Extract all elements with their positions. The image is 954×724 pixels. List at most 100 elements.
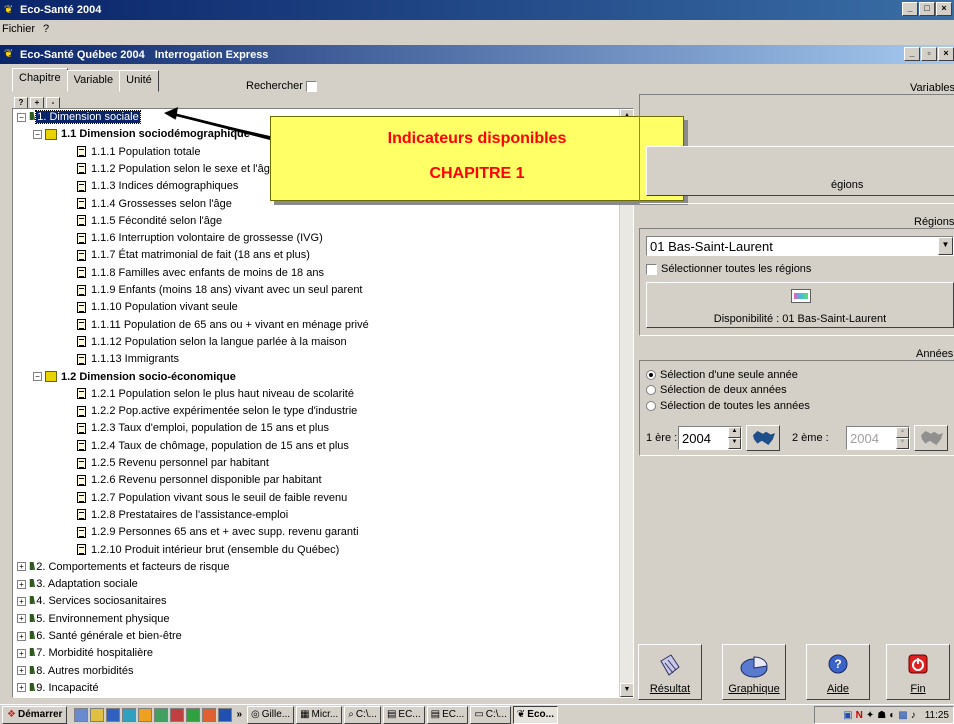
spin-up-icon[interactable]: ▲ (728, 427, 741, 438)
regions-map-button[interactable]: égions (646, 146, 954, 196)
radio-single-year-dot[interactable] (646, 370, 656, 380)
tab-unite[interactable]: Unité (119, 70, 159, 92)
tree-indicator[interactable]: 1.2.7 Population vivant sous le seuil de… (77, 490, 347, 506)
spin-up-icon[interactable]: ▲ (896, 427, 909, 438)
tray-icon[interactable]: ▣ (843, 710, 852, 721)
fin-button[interactable]: Fin (886, 644, 950, 700)
tree-chapter[interactable]: + lll\ 7. Morbidité hospitalière (17, 645, 153, 661)
expander-toggle[interactable]: + (17, 596, 26, 606)
tree-indicator[interactable]: 1.1.13 Immigrants (77, 351, 179, 367)
child-close-button[interactable]: × (938, 47, 954, 61)
expander-toggle[interactable]: + (17, 683, 26, 693)
start-button[interactable]: ❖ Démarrer (2, 705, 68, 724)
radio-two-years[interactable]: Sélection de deux années (646, 384, 787, 396)
quicklaunch-chevron[interactable]: » (236, 709, 242, 720)
tree-indicator[interactable]: 1.1.6 Interruption volontaire de grosses… (77, 230, 323, 246)
select-all-regions[interactable]: Sélectionner toutes les régions (646, 263, 811, 275)
tree-chapter[interactable]: + lll\ 4. Services sociosanitaires (17, 593, 166, 609)
expander-toggle[interactable]: − (17, 112, 26, 122)
tab-variable[interactable]: Variable (66, 70, 121, 92)
tray-icon[interactable]: ◐ (889, 710, 895, 721)
search-toggle[interactable]: Rechercher (246, 80, 317, 92)
expander-toggle[interactable]: + (17, 648, 26, 658)
expander-toggle[interactable]: − (33, 372, 42, 381)
resultat-button[interactable]: Résultat (638, 644, 702, 700)
first-year-map-button[interactable] (746, 425, 780, 451)
tree-indicator[interactable]: 1.1.8 Familles avec enfants de moins de … (77, 265, 324, 281)
tree-chapter[interactable]: + lll\ 3. Adaptation sociale (17, 576, 138, 592)
tree-indicator[interactable]: 1.1.3 Indices démographiques (77, 178, 238, 194)
spin-down-icon[interactable]: ▼ (728, 438, 741, 449)
tree-indicator[interactable]: 1.2.1 Population selon le plus haut nive… (77, 386, 354, 402)
expander-toggle[interactable]: + (17, 562, 26, 572)
tree-chapter-1[interactable]: − lll\ 1. Dimension sociale (17, 109, 141, 125)
tree-indicator[interactable]: 1.2.8 Prestataires de l'assistance-emplo… (77, 507, 288, 523)
tree-indicator[interactable]: 1.1.12 Population selon la langue parlée… (77, 334, 347, 350)
minimize-button[interactable]: _ (902, 2, 918, 16)
quicklaunch-icon[interactable] (154, 707, 169, 722)
radio-all-years-dot[interactable] (646, 401, 656, 411)
quicklaunch-icon[interactable] (202, 707, 217, 722)
second-year-spinner[interactable]: 2004 ▲ ▼ (846, 426, 910, 450)
tree-indicator[interactable]: 1.2.9 Personnes 65 ans et + avec supp. r… (77, 524, 359, 540)
expander-toggle[interactable]: + (17, 579, 26, 589)
close-button[interactable]: × (936, 2, 952, 16)
menu-fichier[interactable]: Fichier (2, 23, 35, 35)
tree-indicator[interactable]: 1.1.11 Population de 65 ans ou + vivant … (77, 317, 369, 333)
taskbar-item[interactable]: ▤ EC... (426, 705, 469, 724)
radio-single-year[interactable]: Sélection d'une seule année (646, 369, 798, 381)
tree-indicator[interactable]: 1.1.9 Enfants (moins 18 ans) vivant avec… (77, 282, 363, 298)
tree-indicator[interactable]: 1.1.10 Population vivant seule (77, 299, 238, 315)
region-select[interactable]: 01 Bas-Saint-Laurent ▼ (646, 236, 954, 256)
quicklaunch-icon[interactable] (170, 707, 185, 722)
tree-chapter[interactable]: + lll\ 2. Comportements et facteurs de ris… (17, 559, 229, 575)
quicklaunch-icon[interactable] (122, 707, 137, 722)
expander-toggle[interactable]: + (17, 631, 26, 641)
taskbar-item[interactable]: ▤ EC... (382, 705, 425, 724)
tree-indicator[interactable]: 1.2.10 Produit intérieur brut (ensemble … (77, 542, 339, 558)
quicklaunch-icon[interactable] (74, 707, 89, 722)
first-year-spinner[interactable]: 2004 ▲ ▼ (678, 426, 742, 450)
aide-button[interactable]: ? Aide (806, 644, 870, 700)
expander-toggle[interactable]: + (17, 614, 26, 624)
maximize-button[interactable]: □ (919, 2, 935, 16)
tray-icon[interactable]: ✦ (866, 710, 874, 721)
menu-help[interactable]: ? (43, 23, 49, 35)
taskbar-item[interactable]: ◎ Gille... (247, 705, 295, 724)
tab-chapitre[interactable]: Chapitre (12, 68, 68, 92)
tray-icon[interactable]: ♪ (911, 710, 916, 721)
taskbar-item-active[interactable]: ❦ Eco... (512, 705, 558, 724)
tray-icon[interactable]: ▩ (898, 710, 907, 721)
search-checkbox[interactable] (305, 80, 317, 92)
tree-indicator[interactable]: 1.2.4 Taux de chômage, population de 15 … (77, 438, 349, 454)
scroll-down-button[interactable]: ▼ (620, 683, 633, 697)
quicklaunch-icon[interactable] (90, 707, 105, 722)
tree-section-1-1[interactable]: − 1.1 Dimension sociodémographique (33, 126, 250, 142)
tree-indicator[interactable]: 1.1.7 État matrimonial de fait (18 ans e… (77, 247, 310, 263)
taskbar-item[interactable]: ▦ Micr... (296, 705, 343, 724)
chevron-down-icon[interactable]: ▼ (938, 237, 953, 255)
taskbar-item[interactable]: ▭ C:\... (470, 705, 511, 724)
tree-chapter[interactable]: +lll\10. Mortalité (17, 697, 97, 698)
tree-chapter[interactable]: + lll\ 8. Autres morbidités (17, 663, 133, 679)
graphique-button[interactable]: Graphique (722, 644, 786, 700)
radio-all-years[interactable]: Sélection de toutes les années (646, 400, 810, 412)
tree-indicator[interactable]: 1.2.2 Pop.active expérimentée selon le t… (77, 403, 357, 419)
tree-section-1-2[interactable]: − 1.2 Dimension socio-économique (33, 369, 236, 385)
quicklaunch-icon[interactable] (218, 707, 233, 722)
quicklaunch-icon[interactable] (106, 707, 121, 722)
tree-indicator[interactable]: 1.1.4 Grossesses selon l'âge (77, 196, 232, 212)
disponibilite-button[interactable]: Disponibilité : 01 Bas-Saint-Laurent (646, 282, 954, 328)
tree-chapter[interactable]: + lll\ 5. Environnement physique (17, 611, 170, 627)
expander-toggle[interactable]: − (33, 129, 42, 139)
spin-down-icon[interactable]: ▼ (896, 438, 909, 449)
tree-indicator[interactable]: 1.1.2 Population selon le sexe et l'âge (77, 161, 276, 177)
quicklaunch-icon[interactable] (138, 707, 153, 722)
child-restore-button[interactable]: ▫ (921, 47, 937, 61)
tree-indicator[interactable]: 1.2.3 Taux d'emploi, population de 15 an… (77, 420, 329, 436)
tray-icon[interactable]: ☗ (877, 710, 886, 721)
second-year-map-button[interactable] (914, 425, 948, 451)
expander-toggle[interactable]: + (17, 666, 26, 676)
tray-icon[interactable]: N (856, 710, 863, 721)
select-all-regions-checkbox[interactable] (646, 263, 657, 275)
